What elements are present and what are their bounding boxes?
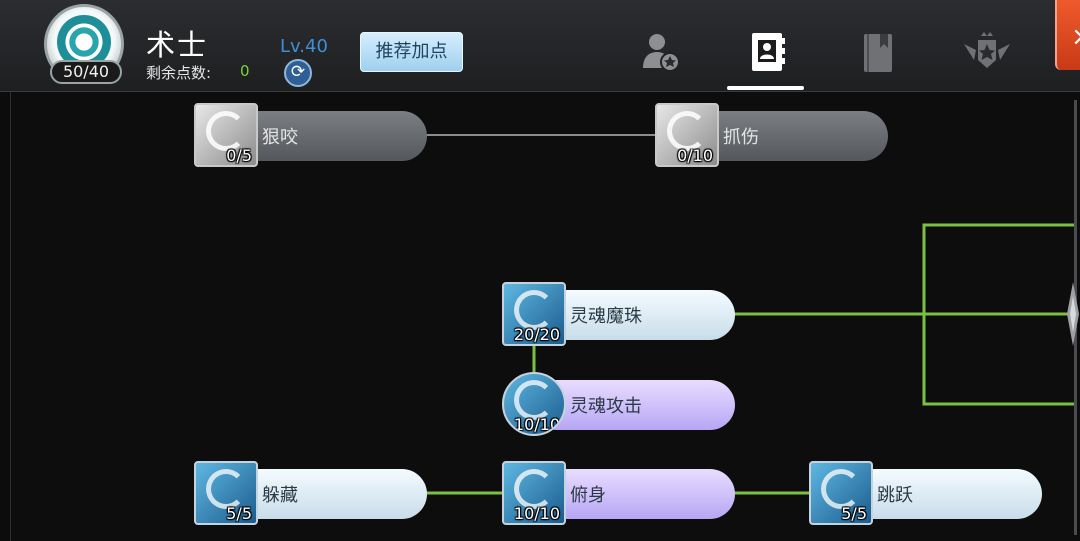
scrollbar-handle[interactable]	[1066, 282, 1080, 346]
skill-icon-jump: 5/5	[809, 461, 873, 525]
skill-node-hide[interactable]: 5/5 躲藏	[194, 461, 427, 525]
skill-level: 5/5	[226, 504, 252, 523]
skill-node-soul-attack[interactable]: 10/10 灵魂攻击	[502, 372, 735, 436]
skill-icon-soul-orb: 20/20	[502, 282, 566, 346]
possess-icon	[514, 469, 554, 509]
skill-icon-possess: 10/10	[502, 461, 566, 525]
skill-node-bite[interactable]: 0/5 狠咬	[194, 103, 427, 167]
skill-name: 灵魂魔珠	[570, 306, 642, 327]
skill-node-scratch[interactable]: 0/10 抓伤	[655, 103, 888, 167]
skill-icon-soul-attack: 10/10	[502, 372, 566, 436]
skill-node-soul-orb[interactable]: 20/20 灵魂魔珠	[502, 282, 735, 346]
jump-icon	[821, 469, 861, 509]
skill-name: 抓伤	[723, 127, 759, 148]
scratch-icon	[667, 111, 707, 151]
skill-icon-hide: 5/5	[194, 461, 258, 525]
skill-name: 俯身	[570, 485, 606, 506]
skill-name: 跳跃	[877, 485, 913, 506]
bite-icon	[206, 111, 246, 151]
skill-level: 0/10	[677, 146, 713, 165]
skill-level: 5/5	[841, 504, 867, 523]
skill-icon-scratch: 0/10	[655, 103, 719, 167]
skill-name: 灵魂攻击	[570, 396, 642, 417]
soul-attack-icon	[514, 380, 554, 420]
soul-orb-icon	[514, 290, 554, 330]
skill-connections	[426, 134, 1074, 495]
skill-name: 躲藏	[262, 485, 298, 506]
skill-icon-bite: 0/5	[194, 103, 258, 167]
skill-level: 10/10	[513, 504, 560, 523]
skill-node-jump[interactable]: 5/5 跳跃	[809, 461, 1042, 525]
skill-level: 0/5	[226, 146, 252, 165]
skill-node-possess[interactable]: 10/10 俯身	[502, 461, 735, 525]
skill-level: 10/10	[513, 415, 560, 434]
skill-level: 20/20	[513, 325, 560, 344]
skill-name: 狠咬	[262, 127, 298, 148]
hide-icon	[206, 469, 246, 509]
